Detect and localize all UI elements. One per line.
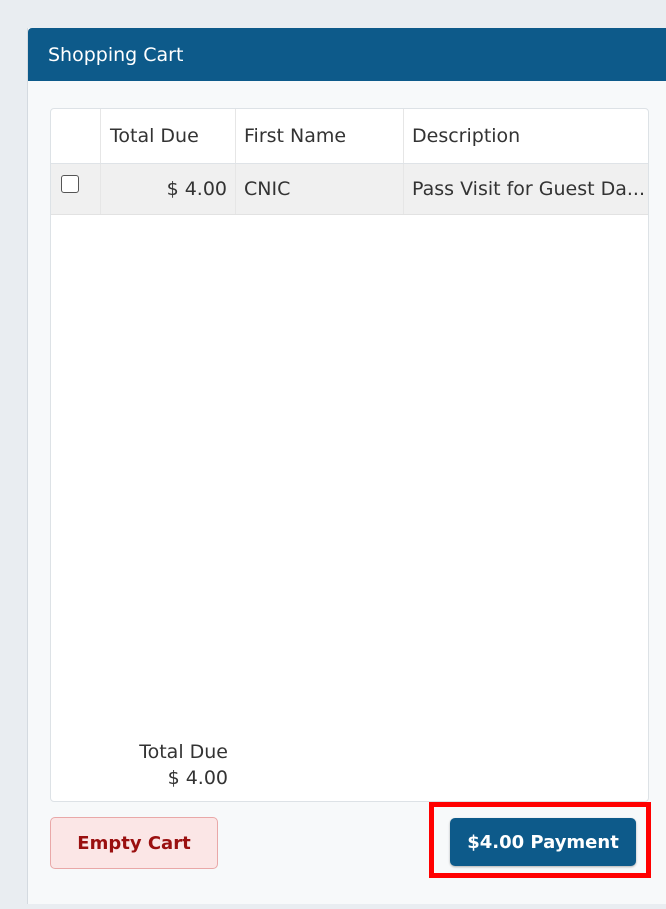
cart-grid: Total Due First Name Description $ 4.00 … [50, 108, 649, 802]
row-first-name: CNIC [236, 164, 404, 214]
payment-button[interactable]: $4.00 Payment [450, 818, 636, 866]
empty-cart-button[interactable]: Empty Cart [50, 817, 218, 869]
row-total-due: $ 4.00 [101, 164, 236, 214]
grid-header-row: Total Due First Name Description [51, 109, 648, 164]
footer-total-value: $ 4.00 [167, 767, 228, 789]
panel-header: Shopping Cart [28, 28, 666, 81]
header-check-cell [51, 109, 101, 163]
panel-title: Shopping Cart [48, 43, 184, 66]
column-header-first-name[interactable]: First Name [236, 109, 404, 163]
column-header-description[interactable]: Description [404, 109, 648, 163]
row-check-cell [51, 164, 101, 214]
column-header-total-due[interactable]: Total Due [101, 109, 236, 163]
row-description: Pass Visit for Guest Da... [412, 178, 646, 200]
shopping-cart-panel: Shopping Cart Total Due First Name Descr… [27, 28, 666, 904]
table-row[interactable]: $ 4.00 CNIC Pass Visit for Guest Da... [51, 164, 648, 215]
row-checkbox[interactable] [61, 175, 79, 193]
footer-total-label: Total Due [139, 741, 228, 763]
grid-footer-total: Total Due $ 4.00 [101, 739, 228, 791]
